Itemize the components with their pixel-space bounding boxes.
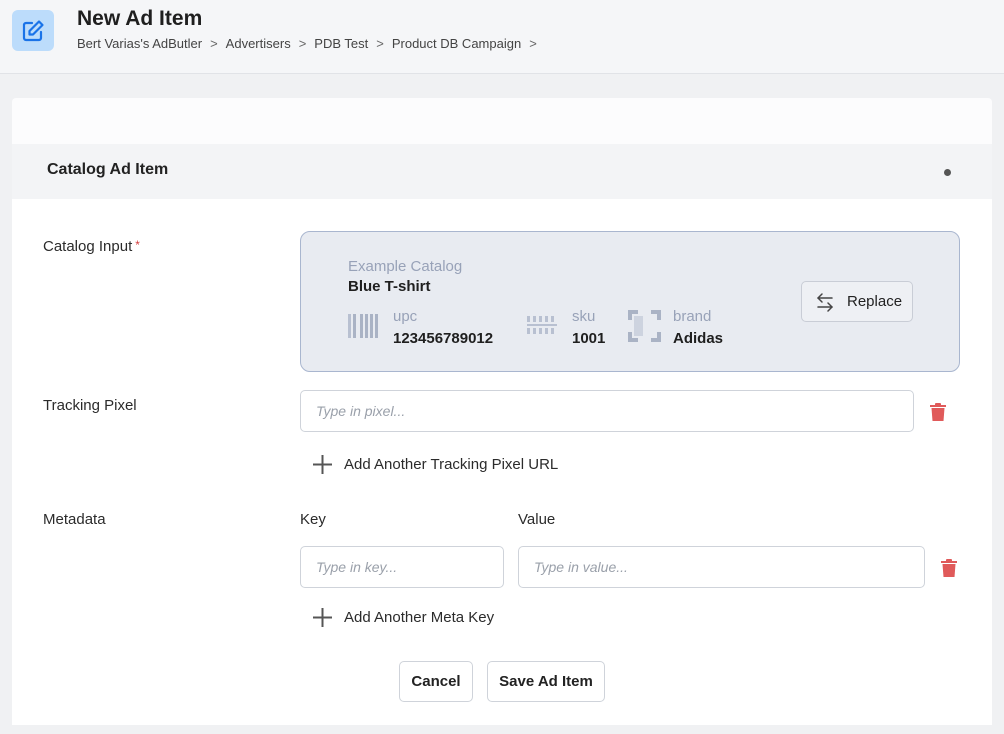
top-card [12, 98, 992, 144]
attribute-label: sku [572, 308, 596, 325]
breadcrumb-separator: > [529, 36, 537, 51]
metadata-key-header: Key [300, 511, 326, 528]
section-title: Catalog Ad Item [47, 161, 169, 178]
attribute-value: 1001 [572, 330, 606, 347]
metadata-key-input[interactable] [300, 546, 504, 588]
page-header: New Ad Item Bert Varias's AdButler > Adv… [0, 0, 1004, 74]
edit-icon [12, 10, 54, 51]
required-mark: * [135, 238, 140, 252]
trash-icon[interactable] [941, 559, 957, 577]
barcode-icon [348, 314, 378, 338]
status-dot-icon [944, 169, 951, 176]
trash-icon[interactable] [930, 403, 946, 421]
swap-icon [817, 292, 833, 312]
plus-icon [313, 455, 332, 474]
add-tracking-pixel-label: Add Another Tracking Pixel URL [344, 456, 559, 473]
add-tracking-pixel-button[interactable]: Add Another Tracking Pixel URL [313, 455, 558, 474]
plus-icon [313, 608, 332, 627]
replace-button[interactable]: Replace [801, 281, 913, 322]
section-header: Catalog Ad Item [12, 144, 992, 199]
metadata-value-header: Value [518, 511, 556, 528]
replace-button-label: Replace [847, 293, 903, 310]
metadata-label: Metadata [43, 511, 106, 528]
add-meta-key-label: Add Another Meta Key [344, 609, 495, 626]
catalog-item-card[interactable]: Example Catalog Blue T-shirt upc 1234567… [300, 231, 960, 372]
attribute-brand: brand Adidas [628, 308, 724, 347]
catalog-input-label-text: Catalog Input [43, 238, 133, 255]
metadata-value-input[interactable] [518, 546, 925, 588]
breadcrumb-item-advertiser[interactable]: PDB Test [314, 36, 368, 51]
catalog-name: Example Catalog [348, 258, 463, 275]
tracking-pixel-label: Tracking Pixel [43, 397, 137, 414]
breadcrumb-separator: > [298, 36, 307, 51]
breadcrumb-separator: > [376, 36, 384, 51]
attribute-upc: upc 123456789012 [348, 308, 494, 347]
breadcrumb-separator: > [210, 36, 218, 51]
breadcrumb: Bert Varias's AdButler > Advertisers > P… [77, 36, 545, 51]
sku-barcode-icon [527, 316, 557, 334]
attribute-sku: sku 1001 [527, 308, 606, 347]
cancel-button[interactable]: Cancel [399, 661, 473, 702]
catalog-input-label: Catalog Input * [43, 238, 140, 255]
save-ad-item-button[interactable]: Save Ad Item [487, 661, 605, 702]
breadcrumb-item-campaign[interactable]: Product DB Campaign [392, 36, 521, 51]
attribute-value: 123456789012 [393, 330, 494, 347]
catalog-item-name: Blue T-shirt [348, 278, 431, 295]
page-title: New Ad Item [77, 7, 203, 30]
attribute-value: Adidas [673, 330, 724, 347]
breadcrumb-item-advertisers[interactable]: Advertisers [226, 36, 291, 51]
add-meta-key-button[interactable]: Add Another Meta Key [313, 608, 494, 627]
tracking-pixel-input[interactable] [300, 390, 914, 432]
breadcrumb-item-account[interactable]: Bert Varias's AdButler [77, 36, 202, 51]
attribute-label: upc [393, 308, 418, 325]
attribute-label: brand [673, 308, 712, 325]
brand-frame-icon [628, 310, 661, 342]
